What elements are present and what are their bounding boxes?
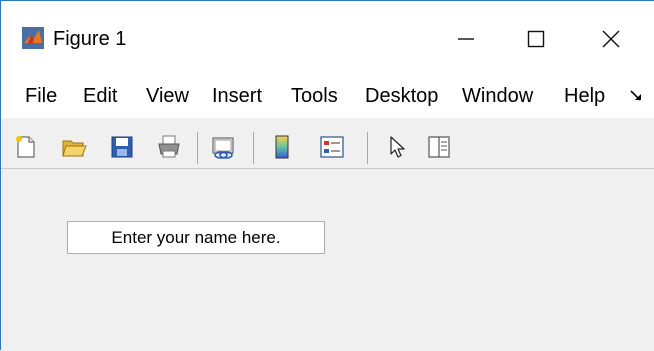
toolbar-separator — [253, 132, 254, 164]
maximize-button[interactable] — [506, 17, 566, 61]
figure-toolbar — [1, 118, 654, 169]
figure-canvas: Enter your name here. — [1, 169, 654, 351]
window-title: Figure 1 — [53, 28, 127, 50]
toolbar-separator — [367, 132, 368, 164]
menu-bar: File Edit View Insert Tools Desktop Wind… — [1, 74, 654, 118]
open-file-icon[interactable] — [61, 134, 87, 160]
maximize-icon — [527, 30, 545, 48]
property-inspector-icon[interactable] — [426, 134, 452, 160]
toolbar-separator — [197, 132, 198, 164]
close-button[interactable] — [581, 17, 641, 61]
colorbar-icon[interactable] — [269, 134, 295, 160]
title-bar[interactable]: Figure 1 — [1, 1, 654, 74]
minimize-button[interactable] — [436, 17, 496, 61]
legend-icon[interactable] — [319, 134, 345, 160]
minimize-icon — [458, 38, 474, 40]
menu-insert[interactable]: Insert — [212, 83, 262, 109]
menu-tools[interactable]: Tools — [291, 83, 338, 109]
menu-help[interactable]: Help — [564, 83, 605, 109]
figure-window: Figure 1 File Edit View Insert Tools Des… — [0, 0, 654, 351]
save-icon[interactable] — [109, 134, 135, 160]
menu-view[interactable]: View — [146, 83, 189, 109]
menu-desktop[interactable]: Desktop — [365, 83, 438, 109]
menu-file[interactable]: File — [25, 83, 57, 109]
name-text-field[interactable]: Enter your name here. — [67, 221, 325, 254]
new-figure-icon[interactable] — [13, 134, 39, 160]
more-arrow-icon[interactable] — [629, 88, 645, 104]
close-icon — [602, 30, 620, 48]
pointer-icon[interactable] — [385, 134, 411, 160]
menu-window[interactable]: Window — [462, 83, 533, 109]
menu-edit[interactable]: Edit — [83, 83, 117, 109]
matlab-logo-icon — [22, 27, 44, 49]
print-icon[interactable] — [156, 134, 182, 160]
link-plot-icon[interactable] — [211, 134, 237, 160]
